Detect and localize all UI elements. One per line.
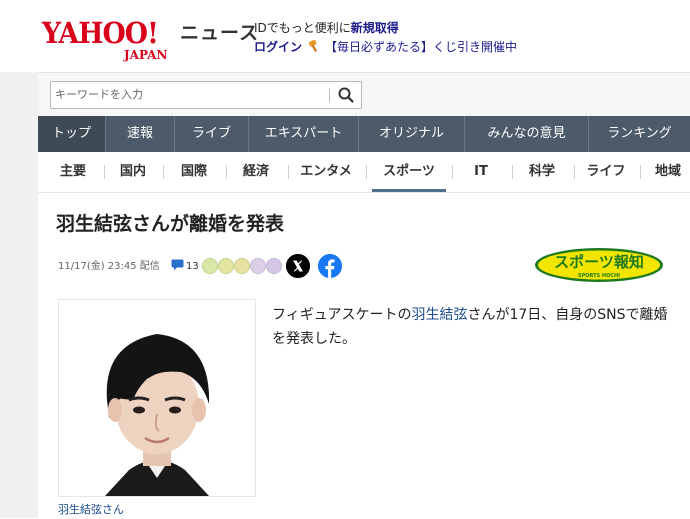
login-link[interactable]: ログイン: [254, 40, 302, 54]
category-entertainment[interactable]: エンタメ: [294, 152, 358, 192]
hammer-icon: [308, 40, 318, 52]
category-nav: 主要 国内 国際 経済 エンタメ スポーツ IT 科学 ライフ 地域: [38, 152, 690, 192]
source-name: スポーツ報知: [554, 253, 644, 271]
category-international[interactable]: 国際: [169, 152, 219, 192]
search-bar: [38, 72, 690, 117]
portrait-image: [59, 300, 255, 496]
person-link[interactable]: 羽生結弦: [411, 307, 467, 323]
category-domestic[interactable]: 国内: [110, 152, 156, 192]
x-share-icon[interactable]: [286, 254, 310, 278]
category-region[interactable]: 地域: [646, 152, 690, 192]
yahoo-japan-logo[interactable]: YAHOO! JAPAN: [42, 16, 178, 62]
nav-ranking[interactable]: ランキング: [589, 116, 690, 152]
nav-expert[interactable]: エキスパート: [249, 116, 359, 152]
facebook-share-icon[interactable]: [318, 254, 342, 278]
photo-caption[interactable]: 羽生結弦さん: [58, 503, 124, 517]
search-icon[interactable]: [335, 84, 357, 106]
site-header: YAHOO! JAPAN ニュース IDでもっと便利に新規取得 ログイン 【毎日必…: [0, 0, 690, 72]
id-promo-text: IDでもっと便利に: [254, 21, 351, 35]
reaction-icon[interactable]: [266, 258, 282, 274]
article-body-text: フィギュアスケートの: [272, 307, 412, 323]
nav-original[interactable]: オリジナル: [359, 116, 465, 152]
article: 羽生結弦さんが離婚を発表 11/17(金) 23:45 配信 13 スポーツ報知…: [38, 192, 690, 519]
nav-opinions[interactable]: みんなの意見: [465, 116, 589, 152]
comment-icon[interactable]: [171, 259, 184, 271]
comment-count[interactable]: 13: [186, 257, 199, 277]
reaction-icon[interactable]: [218, 258, 234, 274]
search-divider: [329, 88, 330, 102]
category-economy[interactable]: 経済: [232, 152, 280, 192]
category-main[interactable]: 主要: [48, 152, 98, 192]
article-timestamp: 11/17(金) 23:45 配信: [58, 261, 160, 272]
source-sub: SPORTS HOCHI: [578, 273, 620, 279]
category-divider: [574, 165, 575, 179]
reaction-icon[interactable]: [234, 258, 250, 274]
lottery-link[interactable]: 【毎日必ずあたる】くじ引き開催中: [325, 40, 517, 54]
service-name[interactable]: ニュース: [180, 21, 259, 45]
reaction-icon[interactable]: [250, 258, 266, 274]
category-life[interactable]: ライフ: [580, 152, 632, 192]
search-input[interactable]: [51, 82, 325, 106]
register-link[interactable]: 新規取得: [351, 21, 399, 35]
category-divider: [452, 165, 453, 179]
nav-top[interactable]: トップ: [38, 116, 106, 152]
login-row: ログイン 【毎日必ずあたる】くじ引き開催中: [254, 39, 517, 55]
article-headline: 羽生結弦さんが離婚を発表: [56, 213, 285, 235]
reaction-icon[interactable]: [202, 258, 218, 274]
sports-hochi-logo[interactable]: スポーツ報知 SPORTS HOCHI: [534, 247, 664, 283]
nav-live[interactable]: ライブ: [175, 116, 249, 152]
category-divider: [512, 165, 513, 179]
category-divider: [163, 165, 164, 179]
main-nav: トップ 速報 ライブ エキスパート オリジナル みんなの意見 ランキング: [38, 116, 690, 152]
id-promo: IDでもっと便利に新規取得: [254, 20, 399, 36]
logo-sub-wordmark: JAPAN: [124, 48, 168, 62]
nav-breaking[interactable]: 速報: [106, 116, 175, 152]
article-photo[interactable]: [58, 299, 256, 497]
category-it[interactable]: IT: [458, 152, 504, 192]
category-divider: [366, 165, 367, 179]
category-divider: [104, 165, 105, 179]
logo-wordmark: YAHOO!: [42, 16, 159, 50]
category-divider: [640, 165, 641, 179]
category-sports[interactable]: スポーツ: [372, 152, 446, 192]
category-science[interactable]: 科学: [518, 152, 566, 192]
category-divider: [226, 165, 227, 179]
category-divider: [288, 165, 289, 179]
article-body: フィギュアスケートの羽生結弦さんが17日、自身のSNSで離婚を発表した。: [272, 303, 680, 351]
search-box: [50, 81, 362, 109]
